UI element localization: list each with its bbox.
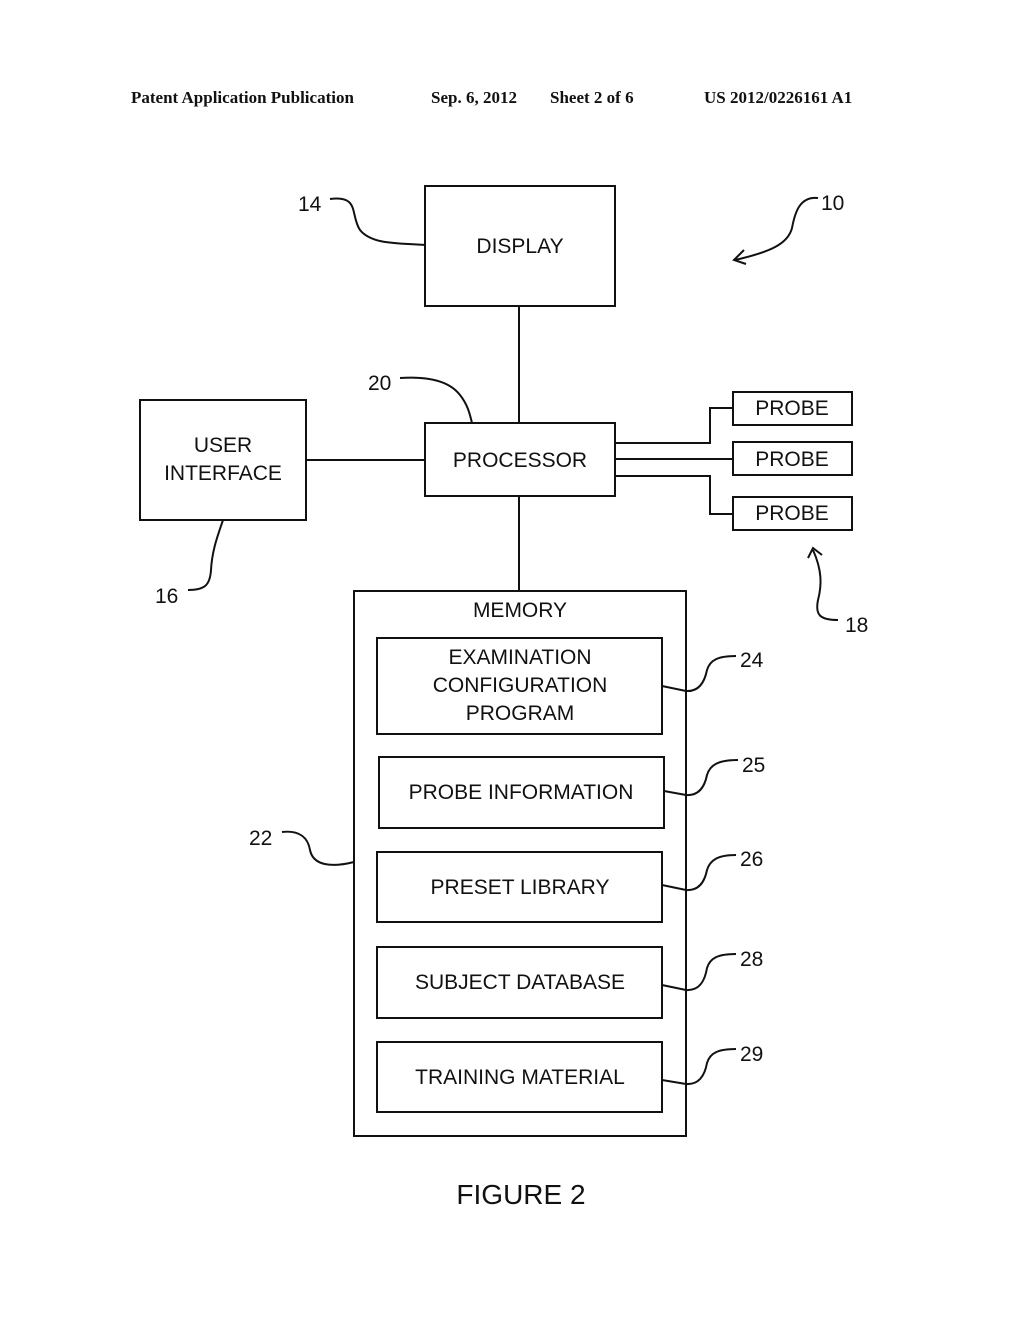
subject-database-block: SUBJECT DATABASE: [376, 946, 663, 1019]
preset-library-ref-label: 26: [740, 848, 763, 871]
training-material-label: TRAINING MATERIAL: [415, 1066, 625, 1089]
exam-config-label-line-1: EXAMINATION: [448, 646, 591, 669]
subject-database-ref-label: 28: [740, 948, 763, 971]
exam-config-label-line-2: CONFIGURATION: [433, 674, 608, 697]
memory-label: MEMORY: [473, 599, 567, 622]
memory-leader-line: [281, 830, 355, 866]
probes-ref-arrow: [812, 549, 839, 621]
training-material-block: TRAINING MATERIAL: [376, 1041, 663, 1113]
preset-library-label: PRESET LIBRARY: [431, 876, 610, 899]
exam-config-label-line-3: PROGRAM: [466, 702, 575, 725]
memory-ref-label: 22: [249, 827, 272, 850]
exam-config-ref-label: 24: [740, 649, 764, 672]
user-interface-leader-line: [187, 519, 224, 591]
display-label: DISPLAY: [476, 235, 563, 258]
user-interface-label-line-2: INTERFACE: [164, 462, 282, 485]
system-ref-label: 10: [821, 192, 844, 215]
user-interface-ref-label: 16: [155, 585, 178, 608]
subject-database-label: SUBJECT DATABASE: [415, 971, 625, 994]
processor-block: PROCESSOR: [424, 422, 616, 497]
probe-information-ref-label: 25: [742, 754, 765, 777]
probe-label-3: PROBE: [755, 502, 829, 525]
probes-ref-label: 18: [845, 614, 868, 637]
probe-block-2: PROBE: [732, 441, 853, 476]
system-ref-arrow: [734, 196, 819, 261]
display-block: DISPLAY: [424, 185, 616, 307]
processor-leader-line: [399, 376, 473, 424]
display-ref-label: 14: [298, 193, 322, 216]
probe-label-1: PROBE: [755, 397, 829, 420]
probe-block-3: PROBE: [732, 496, 853, 531]
probe-label-2: PROBE: [755, 448, 829, 471]
processor-ref-label: 20: [368, 372, 391, 395]
display-leader-line: [329, 197, 426, 246]
processor-label: PROCESSOR: [453, 449, 587, 472]
probe-information-label: PROBE INFORMATION: [409, 781, 634, 804]
figure-caption: FIGURE 2: [456, 1179, 585, 1210]
preset-library-block: PRESET LIBRARY: [376, 851, 663, 923]
user-interface-block: USER INTERFACE: [139, 399, 307, 521]
examination-configuration-program-block: EXAMINATION CONFIGURATION PROGRAM: [376, 637, 663, 735]
user-interface-label-line-1: USER: [194, 434, 252, 457]
probe-connector-1: [615, 407, 733, 444]
probe-block-1: PROBE: [732, 391, 853, 426]
block-diagram: DISPLAY 14 10 PROCESSOR 20 USER INTERFAC…: [139, 185, 868, 1210]
probe-information-block: PROBE INFORMATION: [378, 756, 665, 829]
probe-connector-3: [615, 475, 733, 515]
training-material-ref-label: 29: [740, 1043, 763, 1066]
